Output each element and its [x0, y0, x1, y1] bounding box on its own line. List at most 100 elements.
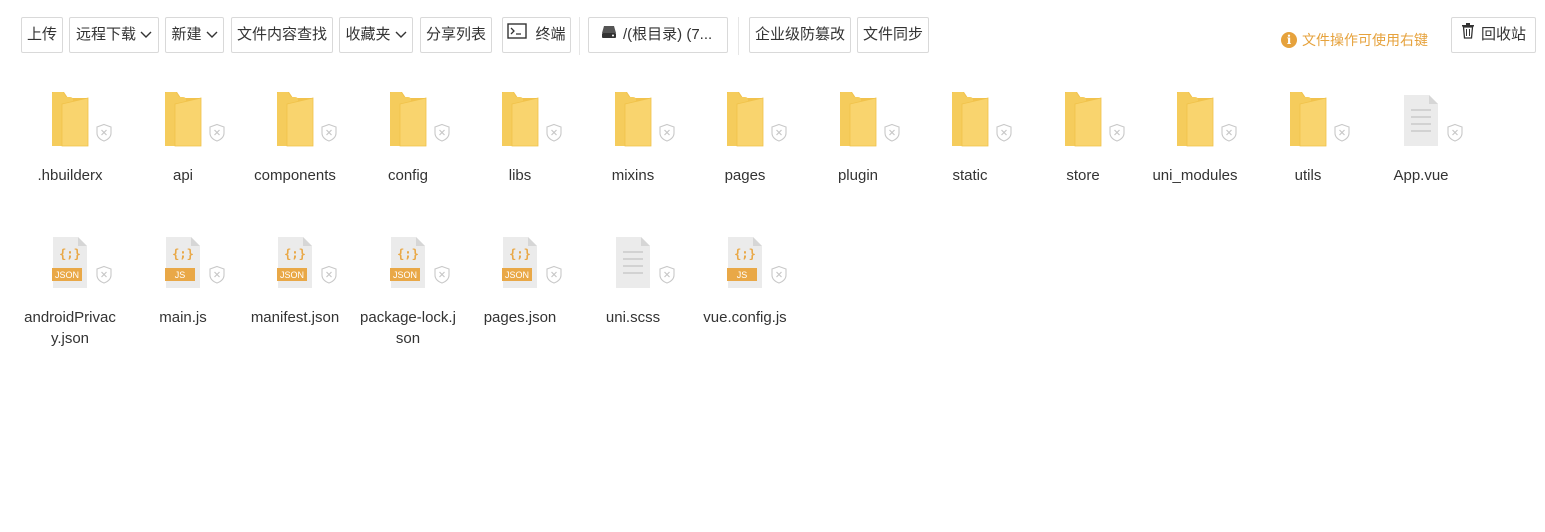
share-list-button[interactable]: 分享列表	[420, 17, 492, 53]
folder-icon	[470, 88, 570, 158]
protected-shield-icon	[996, 123, 1012, 142]
terminal-label: 终端	[535, 26, 566, 43]
disk-label: /(根目录) (7...	[623, 26, 713, 43]
folder-icon	[133, 88, 233, 158]
file-name: plugin	[837, 167, 879, 184]
svg-text:JSON: JSON	[55, 270, 79, 280]
file-name: libs	[508, 167, 532, 184]
toolbar-divider	[738, 17, 739, 55]
toolbar-divider	[579, 17, 580, 55]
protected-shield-icon	[884, 123, 900, 142]
recycle-bin-button[interactable]: 回收站	[1451, 17, 1536, 53]
file-name: pages.json	[483, 309, 557, 326]
svg-text:{;}: {;}	[284, 247, 306, 261]
hint-text: 文件操作可使用右键	[1302, 32, 1428, 48]
svg-text:{;}: {;}	[397, 247, 419, 261]
folder-icon	[1145, 88, 1245, 158]
folder-icon	[1033, 88, 1133, 158]
protected-shield-icon	[96, 265, 112, 284]
file-name: .hbuilderx	[37, 167, 103, 184]
json-file-icon: {;} JSON	[245, 230, 345, 300]
terminal-button[interactable]: 终端	[502, 17, 571, 53]
file-name: vue.config.js	[703, 309, 787, 326]
remote-download-dropdown[interactable]: 远程下载	[69, 17, 159, 53]
file-name: mixins	[611, 167, 655, 184]
chevron-down-icon	[140, 31, 152, 39]
tamper-proof-button[interactable]: 企业级防篡改	[749, 17, 851, 53]
folder-icon	[358, 88, 458, 158]
protected-shield-icon	[434, 265, 450, 284]
protected-shield-icon	[546, 265, 562, 284]
favorites-dropdown[interactable]: 收藏夹	[339, 17, 413, 53]
terminal-icon	[507, 18, 528, 52]
folder-icon	[1258, 88, 1358, 158]
disk-icon	[601, 18, 617, 52]
js-file-icon: {;} JS	[133, 230, 233, 300]
svg-text:{;}: {;}	[59, 247, 81, 261]
info-icon: i	[1281, 32, 1297, 48]
text-file-icon	[583, 230, 683, 300]
json-file-icon: {;} JSON	[358, 230, 458, 300]
upload-button[interactable]: 上传	[21, 17, 63, 53]
protected-shield-icon	[321, 265, 337, 284]
svg-text:{;}: {;}	[509, 247, 531, 261]
protected-shield-icon	[209, 265, 225, 284]
svg-text:JS: JS	[737, 270, 748, 280]
file-name: static	[952, 167, 988, 184]
svg-text:{;}: {;}	[172, 247, 194, 261]
protected-shield-icon	[1221, 123, 1237, 142]
file-toolbar: 上传 远程下载 新建 文件内容查找 收藏夹 分享列表 终端 /(根目录) (7.…	[0, 0, 1545, 70]
protected-shield-icon	[321, 123, 337, 142]
folder-icon	[808, 88, 908, 158]
protected-shield-icon	[659, 265, 675, 284]
file-sync-button[interactable]: 文件同步	[857, 17, 929, 53]
file-name: uni_modules	[1152, 167, 1238, 184]
remote-download-label: 远程下载	[75, 26, 136, 43]
protected-shield-icon	[659, 123, 675, 142]
protected-shield-icon	[1109, 123, 1125, 142]
svg-text:JSON: JSON	[505, 270, 529, 280]
svg-text:JS: JS	[175, 270, 186, 280]
favorites-label: 收藏夹	[345, 26, 391, 43]
file-name: uni.scss	[605, 309, 661, 326]
protected-shield-icon	[546, 123, 562, 142]
chevron-down-icon	[206, 31, 218, 39]
svg-text:JSON: JSON	[393, 270, 417, 280]
disk-selector-button[interactable]: /(根目录) (7...	[588, 17, 728, 53]
file-name: utils	[1294, 167, 1322, 184]
protected-shield-icon	[96, 123, 112, 142]
file-name: api	[172, 167, 194, 184]
svg-text:JSON: JSON	[280, 270, 304, 280]
js-file-icon: {;} JS	[695, 230, 795, 300]
chevron-down-icon	[395, 31, 407, 39]
folder-icon	[20, 88, 120, 158]
protected-shield-icon	[209, 123, 225, 142]
folder-icon	[695, 88, 795, 158]
text-file-icon	[1371, 88, 1471, 158]
folder-icon	[583, 88, 683, 158]
context-menu-hint: i 文件操作可使用右键	[1281, 30, 1428, 50]
content-search-button[interactable]: 文件内容查找	[231, 17, 333, 53]
file-name: manifest.json	[250, 309, 340, 326]
file-name: pages	[724, 167, 766, 184]
new-dropdown[interactable]: 新建	[165, 17, 224, 53]
recycle-bin-label: 回收站	[1480, 26, 1526, 43]
protected-shield-icon	[1334, 123, 1350, 142]
svg-text:{;}: {;}	[734, 247, 756, 261]
file-name: config	[387, 167, 429, 184]
new-label: 新建	[171, 26, 202, 43]
protected-shield-icon	[1447, 123, 1463, 142]
folder-icon	[245, 88, 345, 158]
file-name: store	[1066, 167, 1100, 184]
trash-icon	[1461, 18, 1475, 52]
file-name: App.vue	[1393, 167, 1449, 184]
file-name: main.js	[159, 309, 207, 326]
protected-shield-icon	[434, 123, 450, 142]
file-name: package-lock.json	[360, 309, 456, 347]
protected-shield-icon	[771, 123, 787, 142]
folder-icon	[920, 88, 1020, 158]
protected-shield-icon	[771, 265, 787, 284]
json-file-icon: {;} JSON	[470, 230, 570, 300]
file-name: components	[254, 167, 336, 184]
json-file-icon: {;} JSON	[20, 230, 120, 300]
